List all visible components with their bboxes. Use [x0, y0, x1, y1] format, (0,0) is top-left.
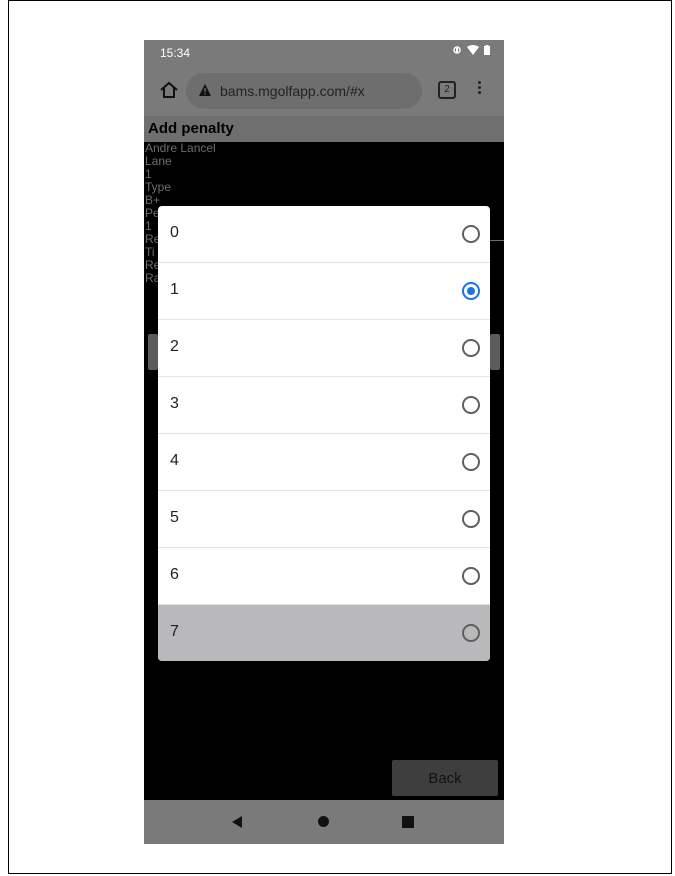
home-icon[interactable]	[158, 79, 180, 101]
page-title: Add penalty	[148, 120, 234, 137]
radio-button[interactable]	[462, 339, 480, 357]
status-bar: 15:34	[144, 40, 504, 64]
option-label: 3	[170, 395, 179, 412]
option-2[interactable]: 2	[158, 320, 490, 377]
option-6[interactable]: 6	[158, 548, 490, 605]
phone-screen: 15:34 bams.mgolfapp.com/#x 2 Add penalty…	[144, 40, 504, 844]
radio-button-selected[interactable]	[462, 282, 480, 300]
option-1[interactable]: 1	[158, 263, 490, 320]
nav-back-icon[interactable]	[232, 816, 242, 828]
status-time: 15:34	[160, 46, 191, 60]
radio-button[interactable]	[462, 453, 480, 471]
radio-button[interactable]	[462, 396, 480, 414]
address-bar[interactable]: bams.mgolfapp.com/#x	[186, 73, 422, 109]
status-icons	[452, 45, 490, 55]
radio-button[interactable]	[462, 567, 480, 585]
bg-line: Lane	[145, 154, 172, 168]
bg-field-underline	[490, 240, 504, 241]
option-4[interactable]: 4	[158, 434, 490, 491]
option-0[interactable]: 0	[158, 206, 490, 263]
android-nav-bar	[144, 800, 504, 844]
radio-button[interactable]	[462, 624, 480, 642]
browser-toolbar: bams.mgolfapp.com/#x 2	[144, 64, 504, 116]
option-7[interactable]: 7	[158, 605, 490, 661]
more-menu-icon[interactable]	[478, 79, 482, 96]
warning-icon[interactable]	[198, 83, 212, 97]
tab-switcher-button[interactable]: 2	[438, 81, 456, 99]
option-label: 6	[170, 566, 179, 583]
option-label: 0	[170, 224, 179, 241]
option-label: 1	[170, 281, 179, 298]
option-label: 4	[170, 452, 179, 469]
page-header: Add penalty	[144, 116, 504, 142]
option-label: 5	[170, 509, 179, 526]
back-button[interactable]: Back	[392, 760, 498, 796]
wifi-icon	[467, 45, 479, 55]
radio-button[interactable]	[462, 225, 480, 243]
bg-button-right	[490, 334, 500, 370]
option-label: 7	[170, 623, 179, 640]
radio-button[interactable]	[462, 510, 480, 528]
url-text[interactable]: bams.mgolfapp.com/#x	[220, 83, 365, 99]
option-3[interactable]: 3	[158, 377, 490, 434]
option-5[interactable]: 5	[158, 491, 490, 548]
option-label: 2	[170, 338, 179, 355]
bg-button-left	[148, 334, 158, 370]
nav-home-icon[interactable]	[318, 816, 329, 827]
vibrate-icon	[453, 46, 461, 54]
penalty-picker-dialog: 0 1 2 3 4 5 6 7	[158, 206, 490, 661]
nav-recents-icon[interactable]	[402, 816, 414, 828]
battery-icon	[484, 45, 490, 55]
